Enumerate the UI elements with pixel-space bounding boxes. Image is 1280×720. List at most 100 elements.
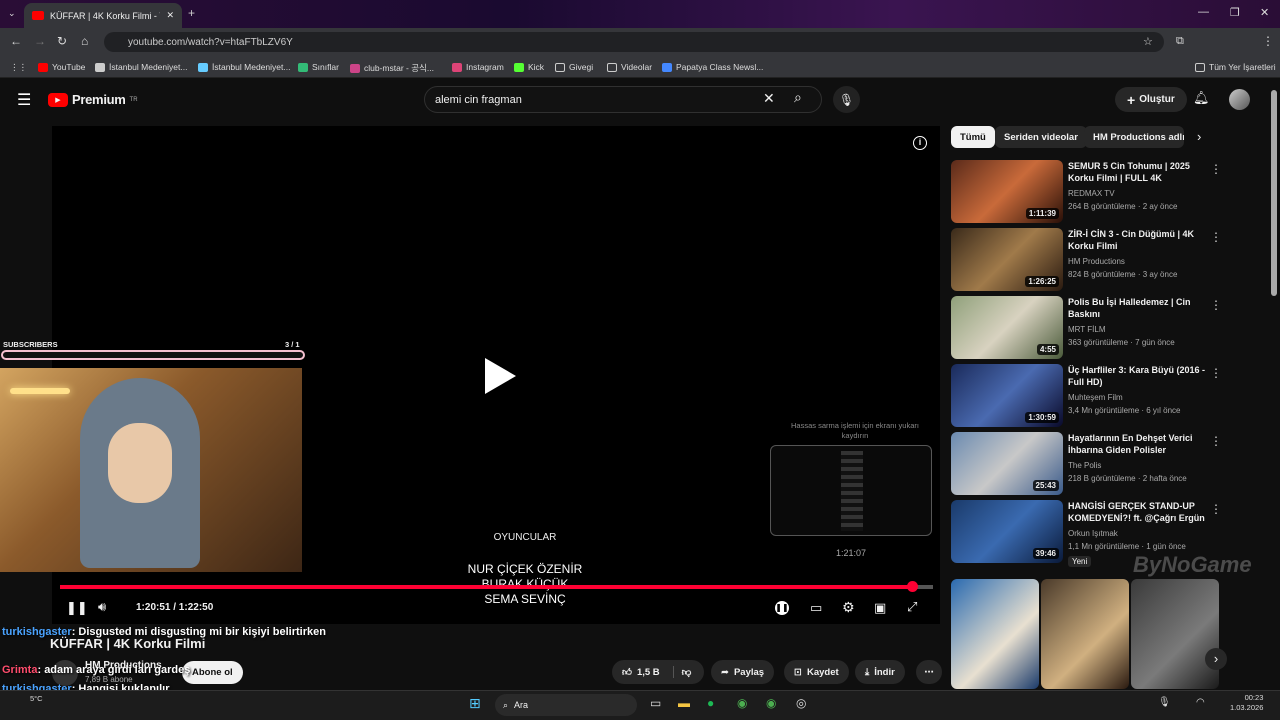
recommendation-item[interactable]: 1:11:39 SEMUR 5 Cin Tohumu | 2025 Korku … (951, 160, 1251, 224)
share-button[interactable]: ➦ Paylaş (711, 660, 775, 684)
video-thumbnail[interactable]: 39:46 (951, 500, 1063, 563)
video-thumbnail[interactable]: 1:11:39 (951, 160, 1063, 223)
obs-icon[interactable]: ◎ (796, 696, 806, 710)
more-options-icon[interactable]: ⋮ (1210, 230, 1222, 244)
extensions-icon[interactable]: ⧉ (1176, 35, 1184, 48)
pause-icon[interactable]: ❚❚ (66, 600, 88, 616)
recommendation-title[interactable]: ZİR-İ CİN 3 - Cin Düğümü | 4K Korku Film… (1068, 228, 1210, 252)
mic-icon[interactable]: 🎙 (833, 86, 860, 113)
recommendation-item[interactable]: 4:55 Polis Bu İşi Halledemez | Cin Baskı… (951, 296, 1251, 360)
more-options-icon[interactable]: ⋮ (1210, 366, 1222, 380)
clock[interactable]: 00:23 1.03.2026 (1230, 693, 1263, 713)
browser-tab[interactable]: KÜFFAR | 4K Korku Filmi - Y ✕ (24, 3, 182, 28)
volume-icon[interactable]: 🔊︎ (98, 599, 106, 615)
center-play-icon[interactable] (480, 356, 520, 396)
url-bar[interactable]: youtube.com/watch?v=htaFTbLZV6Y (104, 32, 1164, 52)
recommendation-channel[interactable]: Orkun Işıtmak (1068, 529, 1118, 538)
shorts-next-icon[interactable]: › (1205, 648, 1227, 670)
subtitles-icon[interactable]: ▭ (810, 600, 822, 616)
maximize-icon[interactable]: ❐ (1230, 6, 1240, 19)
search-icon[interactable]: ⌕ (794, 89, 802, 106)
more-options-icon[interactable]: ⋮ (1210, 434, 1222, 448)
download-button[interactable]: ⤓ İndir (855, 660, 905, 684)
recommendation-title[interactable]: Hayatlarının En Dehşet Verici İhbarına G… (1068, 432, 1210, 456)
chrome-profile-icon[interactable]: ◉ (766, 696, 776, 710)
miniplayer-icon[interactable]: ▣ (874, 600, 886, 616)
new-tab-icon[interactable]: + (188, 6, 195, 20)
chip-channel[interactable]: HM Productions adlı (1084, 126, 1184, 148)
tab-close-icon[interactable]: ✕ (166, 10, 174, 21)
video-thumbnail[interactable]: 4:55 (951, 296, 1063, 359)
create-button[interactable]: + Oluştur (1115, 87, 1187, 112)
task-view-icon[interactable]: ▭ (650, 696, 661, 710)
clear-search-icon[interactable]: ✕ (763, 90, 775, 107)
bookmark-istanbul-2[interactable]: İstanbul Medeniyet... (198, 62, 290, 72)
mic-tray-icon[interactable]: 🎙 (1158, 697, 1171, 708)
recommendation-title[interactable]: HANGİSİ GERÇEK STAND-UP KOMEDYENİ?! ft. … (1068, 500, 1210, 524)
bookmark-givegi[interactable]: Givegi (555, 62, 593, 72)
video-thumbnail[interactable]: 25:43 (951, 432, 1063, 495)
short-thumbnail[interactable] (951, 579, 1039, 689)
short-thumbnail[interactable] (1041, 579, 1129, 689)
file-explorer-icon[interactable]: ▬ (678, 696, 690, 710)
recommendation-channel[interactable]: REDMAX TV (1068, 189, 1115, 198)
bookmark-instagram[interactable]: Instagram (452, 62, 504, 72)
recommendation-title[interactable]: Polis Bu İşi Halledemez | Cin Baskını (1068, 296, 1210, 320)
apps-icon[interactable]: ⋮⋮ (10, 62, 27, 73)
bookmark-club-mstar[interactable]: club-mstar - 공식... (350, 62, 434, 74)
weather-widget[interactable]: 5°C (30, 694, 43, 703)
recommendation-channel[interactable]: Muhteşem Film (1068, 393, 1123, 402)
forward-icon[interactable]: → (34, 34, 46, 48)
chips-next-icon[interactable]: › (1197, 129, 1201, 144)
subscribe-button[interactable]: Abone ol (182, 661, 243, 684)
progress-bar[interactable] (60, 585, 933, 589)
bookmark-all[interactable]: Tüm Yer İşaretleri (1195, 62, 1276, 72)
recommendation-title[interactable]: Üç Harfliler 3: Kara Büyü (2016 - Full H… (1068, 364, 1210, 388)
recommendation-item[interactable]: 25:43 Hayatlarının En Dehşet Verici İhba… (951, 432, 1251, 496)
recommendation-item[interactable]: 1:26:25 ZİR-İ CİN 3 - Cin Düğümü | 4K Ko… (951, 228, 1251, 292)
bookmark-star-icon[interactable]: ☆ (1143, 35, 1153, 48)
windows-start-icon[interactable]: ⊞ (469, 695, 481, 712)
recommendation-channel[interactable]: MRT FİLM (1068, 325, 1105, 334)
bookmark-istanbul-1[interactable]: İstanbul Medeniyet... (95, 62, 187, 72)
chip-all[interactable]: Tümü (951, 126, 995, 148)
video-thumbnail[interactable]: 1:30:59 (951, 364, 1063, 427)
tab-search-icon[interactable]: ⌄ (8, 8, 16, 19)
short-thumbnail[interactable] (1131, 579, 1219, 689)
fullscreen-icon[interactable]: ⤢ (907, 599, 917, 615)
scrollbar[interactable] (1271, 90, 1277, 296)
minimize-icon[interactable]: — (1198, 6, 1209, 18)
info-icon[interactable]: i (913, 136, 927, 150)
bookmark-siniflar[interactable]: Sınıflar (298, 62, 339, 72)
save-button[interactable]: ⊡ Kaydet (784, 660, 849, 684)
thumbs-up-icon[interactable]: 👍︎ (622, 666, 632, 678)
browser-menu-icon[interactable]: ⋮ (1262, 34, 1274, 48)
bookmark-kick[interactable]: Kick (514, 62, 544, 72)
home-icon[interactable]: ⌂ (81, 34, 88, 48)
recommendation-channel[interactable]: HM Productions (1068, 257, 1125, 266)
chrome-icon[interactable]: ◉ (737, 696, 747, 710)
thumbs-down-icon[interactable]: 👎︎ (672, 666, 691, 678)
like-dislike-button[interactable]: 👍︎ 1,5 B 👎︎ (612, 660, 704, 684)
network-icon[interactable]: ◠ (1196, 697, 1205, 708)
taskbar-search[interactable]: ⌕ Ara (495, 694, 637, 716)
autoplay-toggle-icon[interactable]: ❚❚ (775, 601, 789, 615)
recommendation-channel[interactable]: The Polis (1068, 461, 1101, 470)
more-options-icon[interactable]: ⋮ (1210, 502, 1222, 516)
youtube-logo[interactable]: ▶ Premium TR (48, 92, 138, 107)
chip-series[interactable]: Seriden videolar (995, 126, 1087, 148)
close-window-icon[interactable]: ✕ (1260, 6, 1269, 19)
notifications-bell-icon[interactable]: 🔔︎ (1193, 90, 1210, 106)
avatar[interactable] (1229, 89, 1250, 110)
video-thumbnail[interactable]: 1:26:25 (951, 228, 1063, 291)
more-actions-icon[interactable]: ⋯ (916, 660, 942, 684)
back-icon[interactable]: ← (10, 34, 22, 48)
recommendation-item[interactable]: 1:30:59 Üç Harfliler 3: Kara Büyü (2016 … (951, 364, 1251, 428)
reload-icon[interactable]: ↻ (57, 34, 67, 48)
menu-icon[interactable]: ☰ (17, 90, 31, 110)
recommendation-title[interactable]: SEMUR 5 Cin Tohumu | 2025 Korku Filmi | … (1068, 160, 1210, 184)
bookmark-youtube[interactable]: YouTube (38, 62, 85, 72)
bookmark-papatya[interactable]: Papatya Class Newsl... (662, 62, 763, 72)
more-options-icon[interactable]: ⋮ (1210, 298, 1222, 312)
settings-gear-icon[interactable]: ⚙ (842, 599, 855, 616)
